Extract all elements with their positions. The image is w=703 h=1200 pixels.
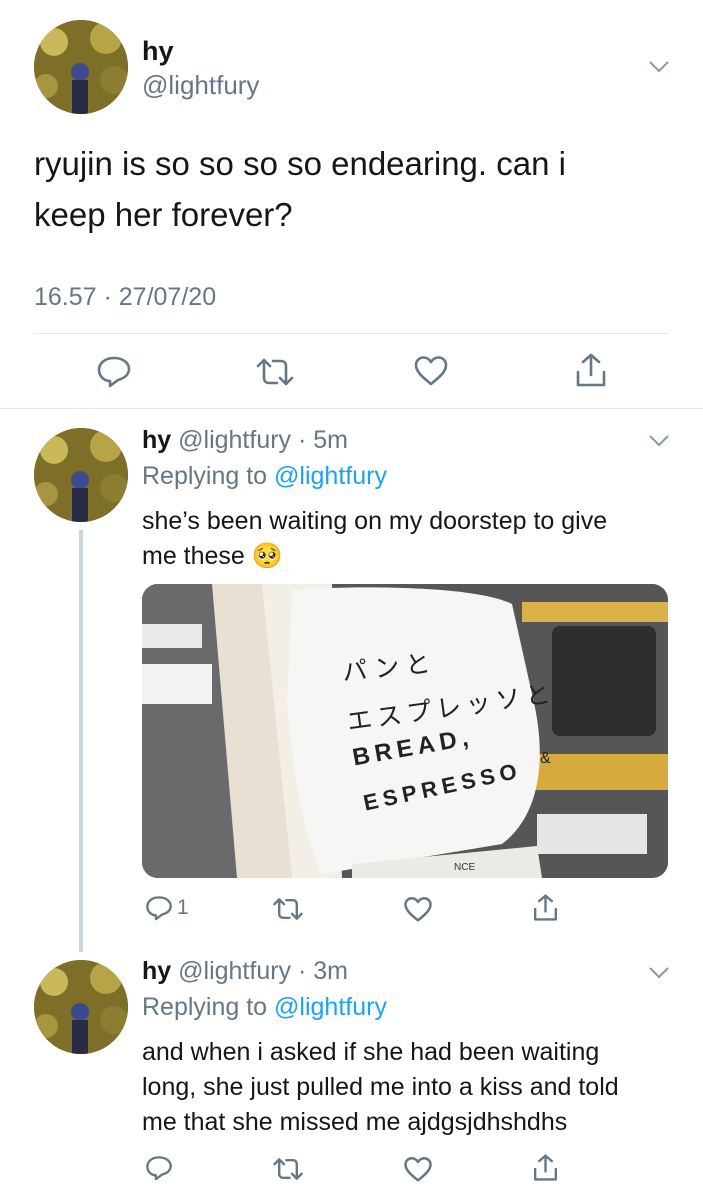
reply-header: hy @lightfury · 3m [142,957,348,986]
reply-count: 1 [177,895,189,919]
avatar-photo [34,960,128,1054]
retweet-button[interactable] [255,356,295,388]
divider [34,333,669,334]
avatar-photo [34,428,128,522]
replying-to-label: Replying to [142,993,268,1021]
tweet-timestamp[interactable]: 16.57 · 27/07/20 [34,283,216,312]
reply-button[interactable]: 1 [145,894,189,921]
attached-photo[interactable]: パンと エスプレッソと BREAD, ESPRESSO & NCE [142,584,668,878]
like-button[interactable] [403,896,433,923]
retweet-button[interactable] [272,896,304,922]
share-icon [533,1154,558,1181]
like-button[interactable] [413,355,449,387]
replying-to: Replying to @lightfury [142,462,387,491]
photo-graphic [142,584,668,878]
retweet-icon [256,358,294,386]
avatar[interactable] [34,20,128,114]
retweet-icon [273,1158,303,1180]
reply-icon [146,896,172,921]
bag-text-amp: & [540,750,551,767]
retweet-button[interactable] [272,1156,304,1182]
replying-to-handle[interactable]: @lightfury [274,462,387,490]
tweet-text-line1: ryujin is so so so so endearing. can i [34,145,566,182]
avatar[interactable] [34,428,128,522]
replying-to-label: Replying to [142,462,268,490]
tweet-text-line2: keep her forever? [34,196,293,233]
like-icon [404,1157,432,1182]
replying-to: Replying to @lightfury [142,993,387,1022]
share-button[interactable] [532,1153,559,1182]
author-handle-time[interactable]: @lightfury · 3m [178,957,348,985]
author-name[interactable]: hy [142,36,174,67]
avatar[interactable] [34,960,128,1054]
thread-line [79,530,83,952]
like-button[interactable] [403,1156,433,1183]
retweet-icon [273,898,303,920]
reply-header: hy @lightfury · 5m [142,426,348,455]
share-icon [533,894,558,921]
reply-icon [97,356,131,388]
tweet-text-line2: long, she just pulled me into a kiss and… [142,1073,619,1101]
chevron-down-icon[interactable] [648,60,670,74]
section-divider [0,408,703,409]
like-icon [404,897,432,922]
tweet-text-line3: me that she missed me ajdgsjdhshdhs [142,1108,568,1136]
replying-to-handle[interactable]: @lightfury [274,993,387,1021]
bag-text-bottom: NCE [454,862,476,873]
tweet-text-line2: me these 🥺 [142,542,283,571]
share-button[interactable] [532,893,559,922]
reply-button[interactable] [145,1154,173,1181]
chevron-down-icon[interactable] [648,966,670,980]
avatar-photo [34,20,128,114]
share-button[interactable] [574,352,608,388]
reply-icon [146,1156,172,1181]
tweet-text: me these [142,542,245,570]
author-name[interactable]: hy [142,957,171,985]
author-handle-time[interactable]: @lightfury · 5m [178,426,348,454]
tweet-text-line1: and when i asked if she had been waiting [142,1038,600,1066]
reply-button[interactable] [96,354,132,388]
author-handle[interactable]: @lightfury [142,70,259,101]
tweet-text-line1: she’s been waiting on my doorstep to giv… [142,507,608,535]
share-icon [576,353,606,387]
pleading-face-emoji: 🥺 [251,542,283,570]
author-name[interactable]: hy [142,426,171,454]
like-icon [414,356,448,386]
chevron-down-icon[interactable] [648,434,670,448]
